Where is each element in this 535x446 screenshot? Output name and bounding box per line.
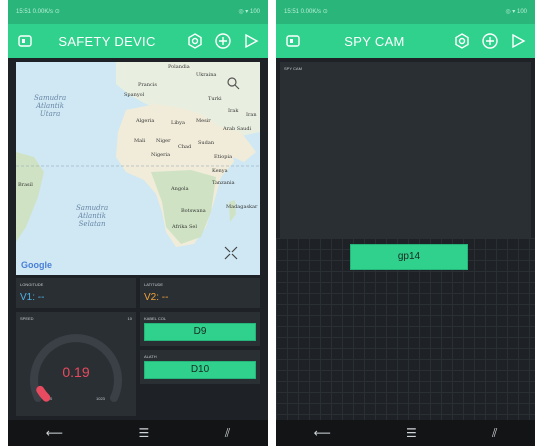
map-label: Polandia [168,64,190,70]
status-left: 15:51 0.00K/s ⊙ [284,9,328,15]
d9-button[interactable]: D9 [144,323,256,341]
kabel-widget: KABEL COL D9 [140,312,260,346]
recent-apps-icon[interactable]: ⫽ [225,426,230,441]
spy-cam-video-panel[interactable]: SPY CAM [280,62,531,238]
home-icon[interactable]: ☰ [406,426,417,440]
safety-device-screen: 15:51 0.00K/s ⊙ ◎ ▾ 100 SAFETY DEVIC Sam… [8,0,268,446]
status-bar: 15:51 0.00K/s ⊙ ◎ ▾ 100 [276,0,535,24]
map-label: Arab Saudi [223,126,252,132]
map-label: Iran [246,112,257,118]
navigation-bar: ⟵ ☰ ⫽ [276,420,535,446]
speed-gauge-fill [36,385,51,402]
kabel-label: KABEL COL [144,316,167,321]
app-title: SPY CAM [344,33,405,49]
spy-cam-screen: 15:51 0.00K/s ⊙ ◎ ▾ 100 SPY CAM SPY CAM … [276,0,535,446]
map-label: Chad [178,144,192,150]
map-label: Brasil [18,182,33,188]
fullscreen-icon[interactable] [223,245,239,261]
status-left: 15:51 0.00K/s ⊙ [16,9,60,15]
map-label: Niger [156,138,171,144]
map-label: Sudan [198,140,215,146]
play-icon[interactable] [242,32,260,50]
nut-icon[interactable] [186,32,204,50]
navigation-bar: ⟵ ☰ ⫽ [8,420,268,446]
map-label: Tanzania [212,180,235,186]
map-label: Spanyol [124,92,145,98]
map-label: Mali [134,138,146,144]
d10-button[interactable]: D10 [144,361,256,379]
app-title: SAFETY DEVIC [58,33,156,49]
status-bar: 15:51 0.00K/s ⊙ ◎ ▾ 100 [8,0,268,24]
device-icon[interactable] [16,32,34,50]
recent-apps-icon[interactable]: ⫽ [492,426,497,441]
longitude-value: V1: -- [20,292,45,303]
home-icon[interactable]: ☰ [139,426,150,440]
add-icon[interactable] [481,32,499,50]
status-right: ◎ ▾ 100 [238,9,260,15]
nut-icon[interactable] [453,32,471,50]
latitude-label: LATITUDE [144,282,164,287]
map-label: Libya [171,120,185,126]
map-label: Madagaskar [226,204,258,210]
status-right: ◎ ▾ 100 [505,9,527,15]
spy-cam-label: SPY CAM [284,66,302,71]
alarm-widget: ALATH D10 [140,350,260,384]
map-label: Prancis [138,82,157,88]
map-label: Etiopia [214,154,233,160]
app-bar: SPY CAM [276,24,535,58]
longitude-label: LONGITUDE [20,282,44,287]
back-icon[interactable]: ⟵ [46,426,63,440]
map-widget[interactable]: Samudra Atlantik Utara Samudra Atlantik … [16,62,260,275]
map-label: Afrika Sel [172,224,197,230]
map-label: Turki [208,96,222,102]
gp14-button[interactable]: gp14 [350,244,468,270]
speed-max: 1023 [96,396,105,401]
longitude-widget: LONGITUDE V1: -- [16,278,136,308]
add-icon[interactable] [214,32,232,50]
map-label: Mesir [196,118,211,124]
map-label: Ukraina [196,72,217,78]
ocean-label-south: Samudra Atlantik Selatan [76,204,109,228]
speed-gauge-widget: SPEED 10 0.19 0 1023 [16,312,136,416]
speed-value: 0.19 [62,364,90,380]
map-label: Algeria [136,118,155,124]
map-label: Nigeria [151,152,171,158]
map-label: Irak [228,108,239,114]
app-bar: SAFETY DEVIC [8,24,268,58]
latitude-value: V2: -- [144,292,169,303]
play-icon[interactable] [509,32,527,50]
back-icon[interactable]: ⟵ [314,426,331,440]
device-icon[interactable] [284,32,302,50]
google-logo: Google [21,260,52,270]
speed-min: 0 [50,396,53,401]
search-zoom-icon[interactable] [226,76,240,90]
alarm-label: ALATH [144,354,157,359]
map-label: Angola [171,186,189,192]
map-label: Botswana [181,208,206,214]
ocean-label-north: Samudra Atlantik Utara [34,94,67,118]
latitude-widget: LATITUDE V2: -- [140,278,260,308]
map-label: Kenya [212,168,228,174]
